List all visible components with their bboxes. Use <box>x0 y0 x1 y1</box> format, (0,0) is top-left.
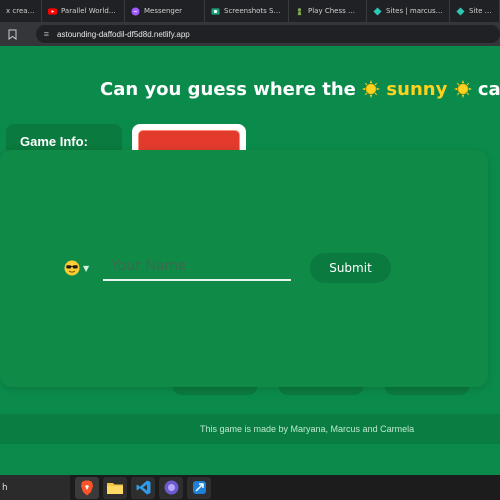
tab-title: Sites | marcusandy <box>386 7 443 15</box>
brave-browser-icon[interactable] <box>75 476 99 499</box>
sunglasses-face-icon <box>64 260 80 276</box>
netlify-icon <box>373 6 382 16</box>
screenshot-icon <box>211 7 220 15</box>
browser-tab-bar: x creatures Parallel Worlds Pr Messenger… <box>0 0 500 22</box>
taskbar-icons <box>75 476 211 499</box>
name-entry-modal: ▼ Submit <box>0 150 488 387</box>
sun-icon <box>453 80 472 98</box>
browser-tab[interactable]: Site overv <box>450 0 500 22</box>
browser-tab[interactable]: Screenshots Saver <box>205 0 289 22</box>
tab-title: Site overv <box>469 7 493 15</box>
browser-tab[interactable]: Play Chess Online <box>289 0 367 22</box>
submit-button[interactable]: Submit <box>310 253 391 283</box>
browser-toolbar: ≡ astounding-daffodil-df5d8d.netlify.app <box>0 22 500 46</box>
taskbar: h <box>0 475 500 500</box>
emoji-picker[interactable]: ▼ <box>64 260 89 276</box>
bookmark-icon[interactable] <box>4 25 22 43</box>
name-input[interactable] <box>103 253 291 281</box>
netlify-icon <box>456 6 465 16</box>
vscode-icon[interactable] <box>131 476 155 499</box>
browser-app-icon[interactable] <box>159 476 183 499</box>
page-title: Can you guess where the sunny card <box>100 79 500 100</box>
chevron-down-icon: ▼ <box>83 263 90 273</box>
browser-tab[interactable]: x creatures <box>0 0 42 22</box>
taskbar-search[interactable]: h <box>0 475 70 500</box>
headline-text: Can you guess where the <box>100 79 356 100</box>
url-text: astounding-daffodil-df5d8d.netlify.app <box>57 29 190 39</box>
sunny-word: sunny <box>386 79 448 100</box>
tab-title: x creatures <box>6 7 35 15</box>
file-explorer-icon[interactable] <box>103 476 127 499</box>
browser-tab[interactable]: Parallel Worlds Pr <box>42 0 125 22</box>
sun-icon <box>362 80 381 98</box>
chess-pawn-icon <box>297 7 302 15</box>
taskbar-search-text: h <box>2 482 8 493</box>
tab-title: Screenshots Saver <box>224 7 282 15</box>
site-info-icon[interactable]: ≡ <box>44 29 49 39</box>
browser-tab[interactable]: Sites | marcusandy <box>367 0 450 22</box>
messenger-icon <box>131 6 140 16</box>
game-info-label: Game Info: <box>20 134 88 149</box>
browser-tab[interactable]: Messenger <box>125 0 205 22</box>
address-bar[interactable]: ≡ astounding-daffodil-df5d8d.netlify.app <box>35 25 500 43</box>
tab-title: Parallel Worlds Pr <box>61 7 118 15</box>
youtube-icon <box>48 7 57 15</box>
tab-title: Play Chess Online <box>308 7 360 15</box>
snipping-tool-icon[interactable] <box>187 476 211 499</box>
headline-text: card <box>477 79 500 100</box>
tab-title: Messenger <box>144 7 183 15</box>
footer-credits: This game is made by Maryana, Marcus and… <box>200 424 415 434</box>
